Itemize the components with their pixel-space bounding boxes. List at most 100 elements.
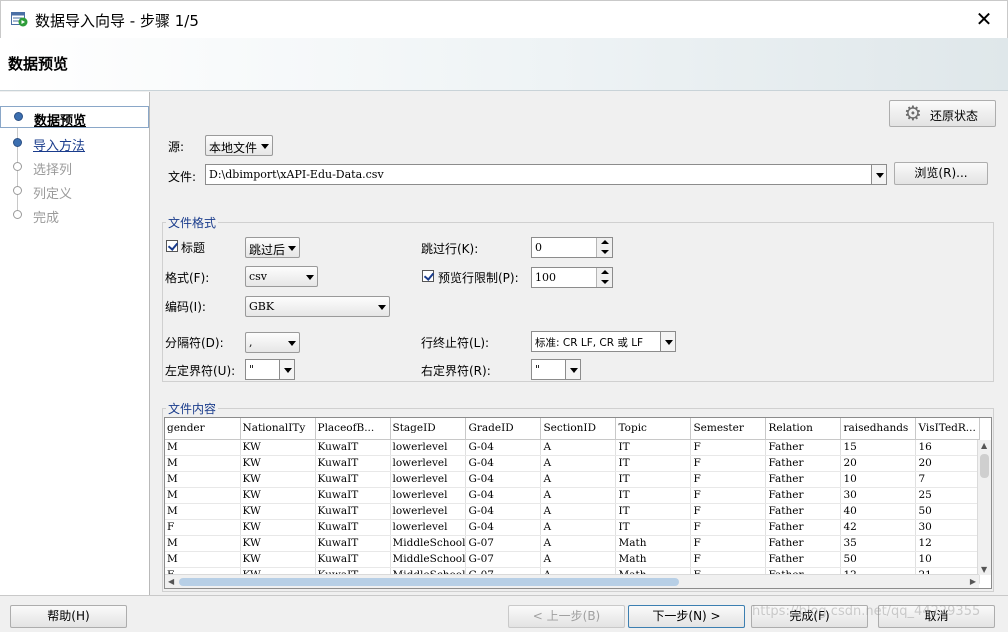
left-enclosure-select[interactable]: " xyxy=(245,359,295,380)
table-cell: Math xyxy=(615,551,692,568)
table-cell: Father xyxy=(765,487,842,504)
gear-icon: ⚙ xyxy=(904,101,922,125)
skip-rows-spinner[interactable]: 0 xyxy=(531,237,613,258)
encoding-select[interactable]: GBK xyxy=(245,296,390,317)
table-cell: KW xyxy=(240,503,316,520)
line-terminator-select[interactable]: 标准: CR LF, CR 或 LF xyxy=(531,331,676,352)
chevron-down-icon[interactable] xyxy=(565,360,580,379)
chevron-down-icon xyxy=(284,333,299,352)
vertical-scrollbar[interactable]: ▲ ▼ xyxy=(977,440,991,575)
step-pending-icon xyxy=(13,162,22,171)
table-cell: M xyxy=(165,535,241,552)
column-header[interactable]: SectionID xyxy=(540,418,617,440)
nav-step-import-method[interactable]: 导入方法 xyxy=(0,132,149,154)
table-cell: F xyxy=(690,519,767,536)
window-titlebar: 数据导入向导 - 步骤 1/5 ✕ xyxy=(0,0,1008,38)
table-cell: F xyxy=(690,471,767,488)
file-content-table: gender NationalITy PlaceofB... StageID Grade… xyxy=(165,418,981,584)
table-row[interactable]: M KW KuwaIT MiddleSchool G-07 A Math F Father 50 1… xyxy=(165,551,981,568)
browse-button[interactable]: 浏览(R)... xyxy=(894,162,988,185)
column-header[interactable]: VisITedR... xyxy=(915,418,981,440)
table-cell: F xyxy=(165,519,241,536)
table-cell: 50 xyxy=(840,551,917,568)
restore-state-button[interactable]: ⚙ 还原状态 xyxy=(889,100,996,127)
table-row[interactable]: M KW KuwaIT lowerlevel G-04 A IT F Father 40 50 xyxy=(165,503,981,520)
chevron-down-icon[interactable] xyxy=(660,332,675,351)
format-label: 格式(F): xyxy=(165,271,210,285)
prev-button[interactable]: < 上一步(B) xyxy=(508,605,625,628)
scroll-left-icon[interactable]: ◀ xyxy=(168,577,174,586)
column-header[interactable]: PlaceofB... xyxy=(315,418,391,440)
table-row[interactable]: M KW KuwaIT lowerlevel G-04 A IT F Father 20 20 xyxy=(165,455,981,472)
table-cell: KW xyxy=(240,519,316,536)
step-link-icon xyxy=(13,138,22,147)
table-cell: G-04 xyxy=(465,439,542,456)
horizontal-scroll-thumb[interactable] xyxy=(179,578,679,586)
column-header[interactable]: Topic xyxy=(615,418,692,440)
line-terminator-value: 标准: CR LF, CR 或 LF xyxy=(535,337,644,349)
table-cell: G-04 xyxy=(465,455,542,472)
nav-step-data-preview[interactable]: 数据预览 xyxy=(0,106,149,129)
spinner-down-icon[interactable] xyxy=(596,277,612,287)
column-header[interactable]: raisedhands xyxy=(840,418,917,440)
table-cell: 40 xyxy=(840,503,917,520)
table-cell: Father xyxy=(765,535,842,552)
preview-limit-spinner[interactable]: 100 xyxy=(531,267,613,288)
step-header: 数据预览 xyxy=(0,38,1008,91)
table-row[interactable]: M KW KuwaIT lowerlevel G-04 A IT F Father 15 16 xyxy=(165,439,981,456)
nav-step-select-columns: 选择列 xyxy=(0,156,149,178)
table-cell: M xyxy=(165,471,241,488)
horizontal-scrollbar[interactable]: ◀ ▶ xyxy=(165,574,979,588)
table-cell: KW xyxy=(240,551,316,568)
column-header[interactable]: Semester xyxy=(690,418,767,440)
header-checkbox[interactable] xyxy=(166,240,178,252)
header-mode-value: 跳过后 xyxy=(249,243,286,257)
table-cell: 30 xyxy=(840,487,917,504)
table-cell: 12 xyxy=(915,535,981,552)
table-header-row: gender NationalITy PlaceofB... StageID Grade… xyxy=(165,418,981,440)
watermark-text: https://blog.csdn.net/qq_44229355 xyxy=(752,604,981,619)
spinner-down-icon[interactable] xyxy=(596,247,612,257)
table-row[interactable]: M KW KuwaIT lowerlevel G-04 A IT F Father 30 25 xyxy=(165,487,981,504)
preview-limit-checkbox[interactable] xyxy=(422,270,434,282)
table-cell: F xyxy=(690,455,767,472)
chevron-down-icon[interactable] xyxy=(279,360,294,379)
skip-rows-label: 跳过行(K): xyxy=(421,242,479,256)
source-select[interactable]: 本地文件 xyxy=(205,135,273,156)
left-enclosure-label: 左定界符(U): xyxy=(165,364,236,378)
table-row[interactable]: M KW KuwaIT MiddleSchool G-07 A Math F Father 35 1… xyxy=(165,535,981,552)
nav-step-label: 列定义 xyxy=(33,187,73,202)
header-mode-select[interactable]: 跳过后 xyxy=(245,237,300,258)
delimiter-select[interactable]: , xyxy=(245,332,300,353)
table-cell: IT xyxy=(615,487,692,504)
column-header[interactable]: GradeID xyxy=(465,418,542,440)
table-cell: 20 xyxy=(840,455,917,472)
right-enclosure-select[interactable]: " xyxy=(531,359,581,380)
table-cell: lowerlevel xyxy=(390,471,467,488)
close-button[interactable]: ✕ xyxy=(969,5,999,35)
next-button[interactable]: 下一步(N) > xyxy=(628,605,745,628)
scroll-up-icon[interactable]: ▲ xyxy=(981,441,987,450)
left-enclosure-value: " xyxy=(249,363,255,376)
vertical-scroll-thumb[interactable] xyxy=(980,454,989,478)
format-select[interactable]: csv xyxy=(245,266,318,287)
column-header[interactable]: NationalITy xyxy=(240,418,316,440)
wizard-steps-nav: 数据预览 导入方法 选择列 列定义 完成 xyxy=(0,92,150,595)
table-cell: IT xyxy=(615,503,692,520)
table-cell: F xyxy=(690,551,767,568)
table-cell: 10 xyxy=(840,471,917,488)
column-header[interactable]: gender xyxy=(165,418,241,440)
table-cell: KW xyxy=(240,439,316,456)
file-path-input[interactable]: D:\dbimport\xAPI-Edu-Data.csv xyxy=(205,164,887,185)
column-header[interactable]: Relation xyxy=(765,418,842,440)
table-cell: G-04 xyxy=(465,519,542,536)
scroll-right-icon[interactable]: ▶ xyxy=(970,577,976,586)
chevron-down-icon[interactable] xyxy=(871,165,886,184)
help-button[interactable]: 帮助(H) xyxy=(10,605,127,628)
nav-step-label: 选择列 xyxy=(33,163,73,178)
scroll-down-icon[interactable]: ▼ xyxy=(981,565,987,574)
table-row[interactable]: F KW KuwaIT lowerlevel G-04 A IT F Father 42 30 xyxy=(165,519,981,536)
table-row[interactable]: M KW KuwaIT lowerlevel G-04 A IT F Father 10 7 xyxy=(165,471,981,488)
column-header[interactable]: StageID xyxy=(390,418,467,440)
table-cell: A xyxy=(540,487,617,504)
